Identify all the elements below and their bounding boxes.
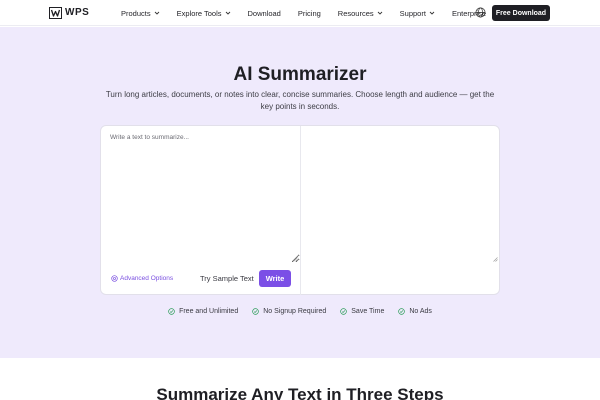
advanced-options-link[interactable]: Advanced Options — [111, 275, 173, 282]
logo-text: WPS — [65, 7, 90, 18]
check-circle-icon — [398, 308, 406, 315]
nav-item-label: Download — [247, 8, 281, 18]
check-circle-icon — [168, 308, 175, 315]
nav-item-label: Resources — [337, 8, 374, 18]
feature-item: No Signup Required — [252, 308, 326, 315]
feature-item: Free and Unlimited — [168, 308, 238, 315]
top-nav-bar: WPS Products Explore Tools Download Pric… — [0, 0, 600, 26]
page-title: AI Summarizer — [233, 64, 367, 85]
nav-item-products[interactable]: Products — [121, 9, 160, 18]
nav-item-explore-tools[interactable]: Explore Tools — [177, 9, 231, 18]
write-button[interactable]: Write — [259, 270, 291, 287]
nav-item-label: Explore Tools — [176, 8, 222, 18]
check-circle-icon — [340, 308, 348, 315]
nav-item-label: Products — [121, 8, 151, 18]
advanced-options-label: Advanced Options — [120, 275, 174, 282]
chevron-down-icon — [377, 11, 382, 15]
feature-label: No Signup Required — [263, 308, 327, 315]
input-toolbar: Advanced Options Try Sample Text Write — [101, 264, 301, 295]
resize-handle-icon[interactable] — [293, 257, 298, 262]
nav-item-support[interactable]: Support — [400, 9, 435, 18]
feature-item: Save Time — [340, 308, 384, 315]
feature-item: No Ads — [398, 308, 432, 315]
wps-logo-icon — [49, 7, 62, 19]
check-circle-icon — [252, 308, 259, 315]
resize-handle-icon[interactable] — [493, 257, 498, 262]
nav-item-download[interactable]: Download — [248, 9, 281, 18]
chevron-down-icon — [225, 11, 230, 15]
nav-item-label: Pricing — [297, 8, 321, 18]
nav-item-resources[interactable]: Resources — [338, 9, 383, 18]
try-sample-text-button[interactable]: Try Sample Text — [200, 274, 254, 283]
feature-label: No Ads — [409, 308, 432, 315]
wps-logo[interactable]: WPS — [49, 7, 89, 19]
chevron-down-icon — [154, 11, 159, 15]
free-download-button[interactable]: Free Download — [492, 5, 550, 21]
input-pane — [101, 126, 301, 264]
globe-icon[interactable] — [475, 7, 486, 18]
text-input[interactable] — [101, 126, 300, 263]
steps-section-title: Summarize Any Text in Three Steps — [156, 385, 444, 400]
main-nav: Products Explore Tools Download Pricing … — [121, 0, 503, 26]
settings-icon — [111, 275, 118, 282]
nav-item-label: Support — [399, 8, 426, 18]
feature-list: Free and Unlimited No Signup Required Sa… — [0, 308, 600, 315]
chevron-down-icon — [429, 11, 435, 15]
feature-label: Save Time — [351, 308, 385, 315]
page-subtitle: Turn long articles, documents, or notes … — [105, 90, 495, 111]
summarizer-card: Advanced Options Try Sample Text Write — [100, 125, 500, 295]
output-pane — [301, 126, 500, 264]
feature-label: Free and Unlimited — [179, 308, 239, 315]
nav-item-pricing[interactable]: Pricing — [298, 9, 321, 18]
